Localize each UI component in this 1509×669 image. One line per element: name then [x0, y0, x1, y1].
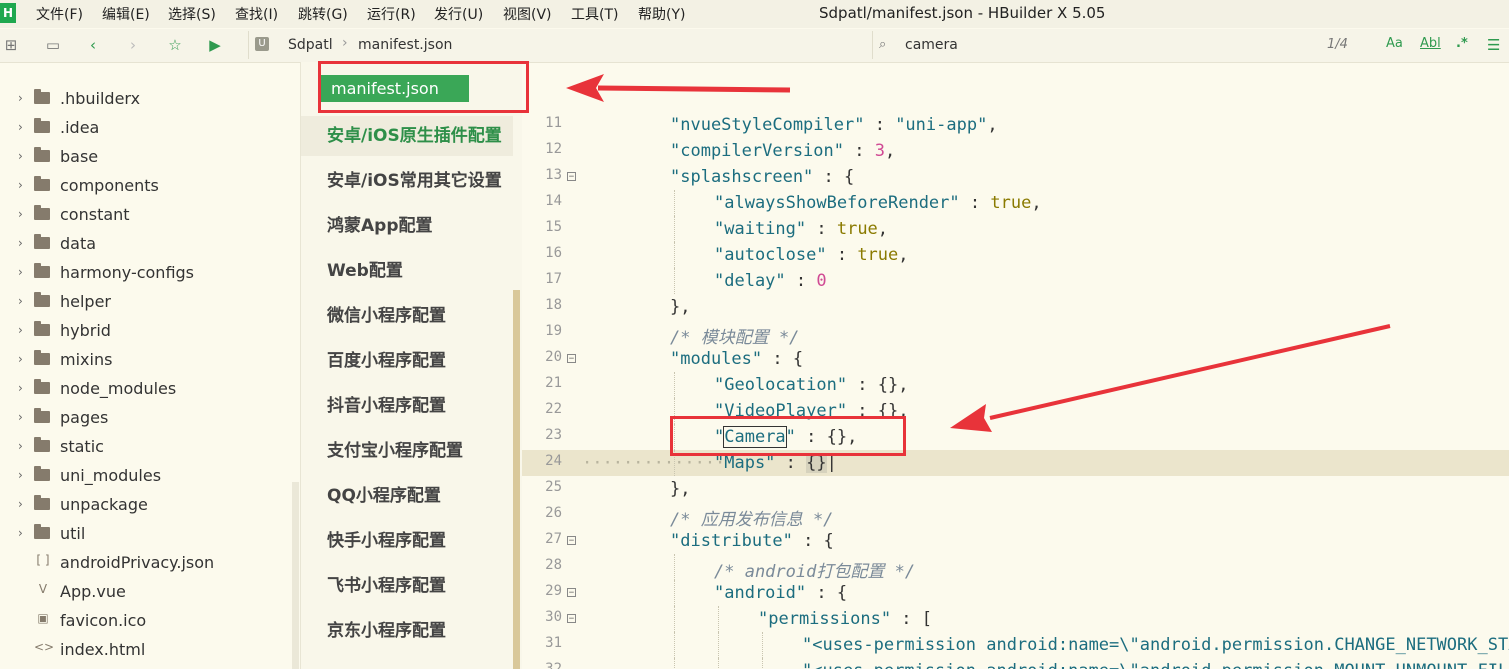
annotation-arrows [566, 74, 1391, 432]
annotation-arrow-head [950, 404, 992, 432]
annotation-arrow-line [597, 85, 791, 93]
annotation-arrow-line [989, 324, 1391, 420]
